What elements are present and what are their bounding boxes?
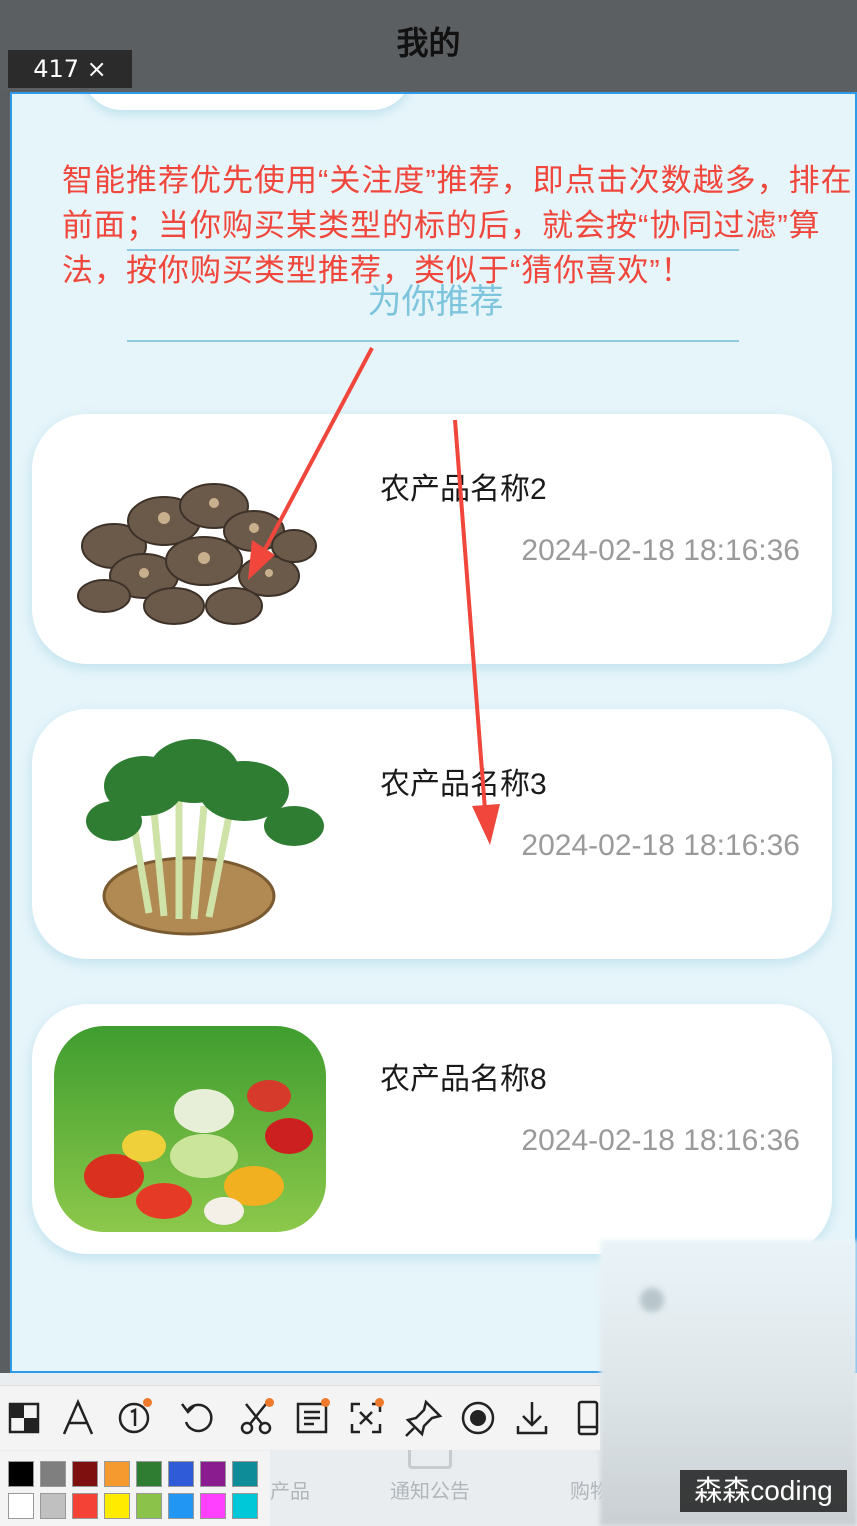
color-swatch[interactable] bbox=[40, 1461, 66, 1487]
annotation-note: 智能推荐优先使用“关注度”推荐，即点击次数越多，排在前面；当你购买某类型的标的后… bbox=[62, 163, 853, 288]
greens-basket-image bbox=[54, 731, 326, 937]
number-icon[interactable] bbox=[112, 1396, 156, 1440]
color-swatch[interactable] bbox=[8, 1461, 34, 1487]
color-swatch[interactable] bbox=[200, 1461, 226, 1487]
cut-icon[interactable] bbox=[234, 1396, 278, 1440]
color-swatch[interactable] bbox=[72, 1461, 98, 1487]
product-time: 2024-02-18 18:16:36 bbox=[521, 1124, 800, 1157]
color-swatch[interactable] bbox=[72, 1493, 98, 1519]
color-swatch[interactable] bbox=[136, 1461, 162, 1487]
vegetables-image bbox=[54, 1026, 326, 1232]
undo-icon[interactable] bbox=[176, 1396, 220, 1440]
product-name: 农产品名称2 bbox=[380, 473, 547, 506]
color-swatch[interactable] bbox=[40, 1493, 66, 1519]
product-time: 2024-02-18 18:16:36 bbox=[521, 829, 800, 862]
color-swatch[interactable] bbox=[168, 1461, 194, 1487]
product-card[interactable]: 农产品名称3 2024-02-18 18:16:36 bbox=[32, 709, 832, 959]
color-swatch[interactable] bbox=[168, 1493, 194, 1519]
product-card[interactable]: 农产品名称2 2024-02-18 18:16:36 bbox=[32, 414, 832, 664]
ocr-icon[interactable] bbox=[290, 1396, 334, 1440]
nav-item-products[interactable]: 产品 bbox=[270, 1475, 310, 1504]
color-swatch[interactable] bbox=[8, 1493, 34, 1519]
color-swatch[interactable] bbox=[232, 1493, 258, 1519]
color-palette bbox=[0, 1451, 270, 1526]
product-name: 农产品名称3 bbox=[380, 768, 547, 801]
blurred-dot bbox=[640, 1288, 664, 1312]
color-swatch[interactable] bbox=[104, 1461, 130, 1487]
selection-dimension-label: 417 × 621 bbox=[8, 50, 132, 121]
download-icon[interactable] bbox=[510, 1396, 554, 1440]
product-card[interactable]: 农产品名称8 2024-02-18 18:16:36 bbox=[32, 1004, 832, 1254]
color-swatch[interactable] bbox=[136, 1493, 162, 1519]
screenshot-toolbar bbox=[0, 1385, 600, 1450]
record-icon[interactable] bbox=[456, 1396, 500, 1440]
pin-icon[interactable] bbox=[402, 1396, 446, 1440]
color-swatch[interactable] bbox=[200, 1493, 226, 1519]
previous-card-stub bbox=[82, 94, 412, 110]
recommend-divider-bottom bbox=[127, 340, 739, 342]
expand-icon[interactable] bbox=[344, 1396, 388, 1440]
nav-item-notices[interactable]: 通知公告 bbox=[390, 1475, 470, 1504]
color-swatch[interactable] bbox=[232, 1461, 258, 1487]
device-icon[interactable] bbox=[566, 1396, 610, 1440]
screenshot-selection-area[interactable]: 智能推荐优先使用“关注度”推荐，即点击次数越多，排在前面；当你购买某类型的标的后… bbox=[10, 92, 857, 1373]
text-icon[interactable] bbox=[56, 1396, 100, 1440]
product-time: 2024-02-18 18:16:36 bbox=[521, 534, 800, 567]
watermark: 森森coding bbox=[680, 1470, 847, 1512]
mosaic-icon[interactable] bbox=[2, 1396, 46, 1440]
product-name: 农产品名称8 bbox=[380, 1063, 547, 1096]
color-swatch[interactable] bbox=[104, 1493, 130, 1519]
mushroom-image bbox=[54, 436, 326, 642]
